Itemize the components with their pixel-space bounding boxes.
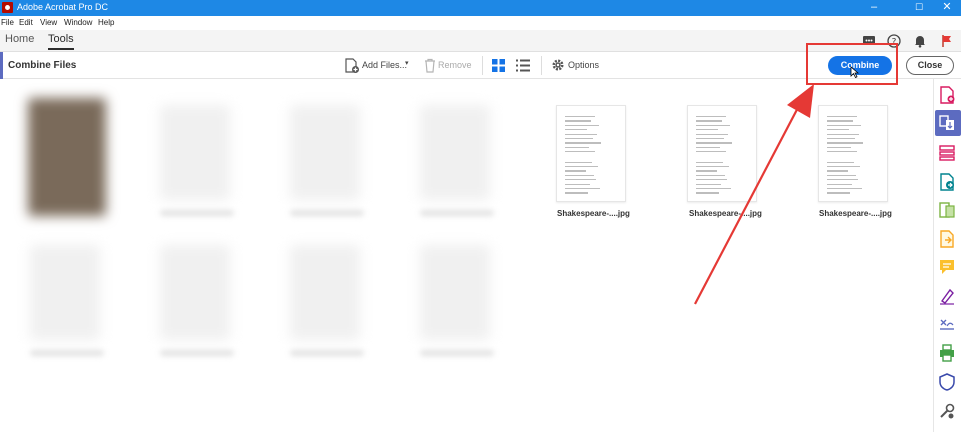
minimize-button[interactable]: – — [857, 0, 891, 16]
toolbar-divider — [482, 56, 483, 75]
page-text-line — [565, 129, 587, 131]
edit-pdf-icon[interactable] — [937, 200, 957, 220]
tool-title: Combine Files — [8, 60, 77, 71]
request-signature-icon[interactable] — [937, 314, 957, 334]
close-window-button[interactable]: ✕ — [930, 0, 961, 16]
blurred-file-label — [290, 210, 364, 216]
page-text-line — [827, 138, 855, 140]
page-text-line — [827, 179, 858, 181]
mouse-cursor-icon — [850, 66, 859, 78]
page-text-line — [827, 192, 850, 194]
create-pdf-icon[interactable] — [937, 85, 957, 105]
file-thumbnail[interactable] — [818, 105, 888, 202]
page-text-line — [827, 170, 848, 172]
remove-button[interactable]: Remove — [438, 60, 472, 70]
page-text-line — [827, 183, 852, 185]
page-text-line — [565, 166, 598, 168]
add-files-dropdown-icon[interactable]: ▾ — [405, 59, 409, 67]
page-text-line — [565, 161, 592, 163]
page-text-line — [827, 161, 854, 163]
page-text-line — [827, 120, 853, 122]
add-files-button[interactable]: Add Files... — [362, 60, 407, 70]
blurred-file-thumbnail — [420, 245, 490, 340]
page-text-line — [565, 174, 594, 176]
blurred-file-thumbnail — [420, 105, 490, 200]
menu-view[interactable]: View — [40, 18, 57, 27]
protect-icon[interactable] — [937, 372, 957, 392]
menu-bar: File Edit View Window Help — [0, 16, 961, 30]
blurred-file-label — [420, 210, 494, 216]
adobe-flag-icon[interactable] — [940, 34, 954, 48]
page-text-line — [565, 146, 589, 148]
notifications-bell-icon[interactable] — [913, 34, 927, 48]
page-text-line — [565, 183, 590, 185]
page-text-line — [565, 133, 597, 135]
blurred-file-label — [160, 350, 234, 356]
list-view-icon[interactable] — [516, 59, 530, 72]
page-text-line — [827, 174, 856, 176]
acrobat-logo-icon — [2, 2, 13, 13]
menu-file[interactable]: File — [1, 18, 14, 27]
blurred-file-label — [420, 350, 494, 356]
toolbar-divider — [541, 56, 542, 75]
export-icon[interactable] — [937, 229, 957, 249]
page-text-line — [827, 166, 860, 168]
page-text-line — [565, 188, 600, 190]
annotation-highlight-box — [806, 43, 898, 85]
page-text-line — [565, 142, 601, 144]
blurred-file-thumbnail — [160, 105, 230, 200]
file-thumbnail[interactable] — [556, 105, 626, 202]
page-text-line — [565, 170, 586, 172]
blurred-file-label — [160, 210, 234, 216]
blurred-file-thumbnail — [160, 245, 230, 340]
blurred-file-label — [290, 350, 364, 356]
close-button[interactable]: Close — [906, 56, 954, 75]
combine-files-icon[interactable] — [937, 113, 957, 133]
tool-accent-bar — [0, 52, 3, 79]
add-files-icon[interactable] — [344, 58, 360, 74]
page-text-line — [565, 192, 588, 194]
file-name-label: Shakespeare-....jpg — [557, 209, 630, 218]
page-text-line — [827, 188, 862, 190]
blurred-file-thumbnail — [30, 245, 100, 340]
file-name-label: Shakespeare-....jpg — [819, 209, 892, 218]
blurred-file-thumbnail — [290, 105, 360, 200]
organize-pages-icon[interactable] — [937, 143, 957, 163]
page-text-line — [827, 116, 857, 118]
menu-edit[interactable]: Edit — [19, 18, 33, 27]
trash-icon — [425, 58, 435, 73]
blurred-file-thumbnail — [28, 98, 106, 216]
menu-help[interactable]: Help — [98, 18, 114, 27]
print-icon[interactable] — [937, 343, 957, 363]
comment-icon[interactable] — [937, 257, 957, 277]
grid-view-icon[interactable] — [492, 59, 505, 72]
options-button[interactable]: Options — [568, 60, 599, 70]
page-text-line — [565, 124, 599, 126]
page-text-line — [827, 151, 857, 153]
tab-tools[interactable]: Tools — [48, 33, 74, 50]
page-text-line — [827, 142, 863, 144]
page-text-line — [565, 179, 596, 181]
tab-home[interactable]: Home — [5, 33, 34, 45]
blurred-file-thumbnail — [290, 245, 360, 340]
annotation-arrow — [694, 84, 814, 305]
gear-icon[interactable] — [551, 58, 565, 72]
more-tools-icon[interactable] — [937, 401, 957, 421]
page-text-line — [565, 151, 595, 153]
window-title: Adobe Acrobat Pro DC — [17, 2, 109, 12]
fill-sign-icon[interactable] — [937, 286, 957, 306]
title-bar: Adobe Acrobat Pro DC – ☐ ✕ — [0, 0, 961, 16]
menu-window[interactable]: Window — [64, 18, 92, 27]
page-text-line — [827, 129, 849, 131]
page-text-line — [827, 133, 859, 135]
page-text-line — [565, 120, 591, 122]
page-text-line — [565, 138, 593, 140]
page-text-line — [565, 116, 595, 118]
export-pdf-icon[interactable] — [937, 172, 957, 192]
page-text-line — [827, 124, 861, 126]
page-text-line — [827, 146, 851, 148]
blurred-file-label — [30, 350, 104, 356]
